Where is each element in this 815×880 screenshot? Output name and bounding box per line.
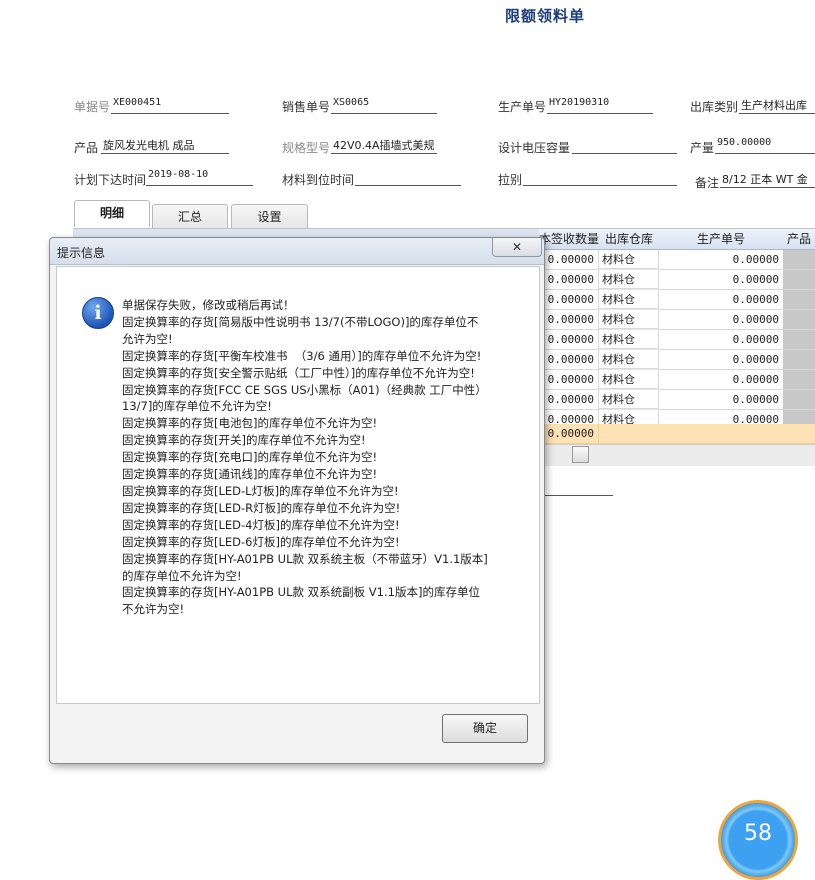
product-cell: [783, 250, 815, 270]
col-header-product[interactable]: 产品: [783, 229, 815, 250]
voltage-field[interactable]: [572, 137, 677, 154]
pull-field[interactable]: [523, 169, 677, 186]
voltage-label: 设计电压容量: [498, 141, 571, 155]
spec-label: 规格型号: [282, 141, 331, 155]
qty-cell: 0.00000: [539, 290, 599, 310]
qty-cell: 0.00000: [539, 330, 599, 350]
doc-no-field[interactable]: XE000451: [111, 97, 229, 114]
prod-cell: 0.00000: [659, 330, 784, 350]
output-field[interactable]: 950.00000: [715, 137, 815, 154]
message-line: 固定换算率的存货[HY-A01PB UL款 双系统主板（不带蓝牙）V1.1版本]…: [122, 551, 488, 583]
underline-divider: [543, 495, 613, 496]
prod-cell: 0.00000: [659, 390, 784, 410]
product-cell: [783, 270, 815, 290]
qty-cell: 0.00000: [539, 410, 599, 424]
doc-no-label: 单据号: [74, 100, 111, 114]
product-field[interactable]: 旋风发光电机 成品: [101, 137, 229, 154]
product-cell: [783, 390, 815, 410]
spec-field[interactable]: 42V0.4A插墙式美规: [331, 137, 437, 154]
output-label: 产量: [690, 141, 715, 155]
product-cell: [783, 330, 815, 350]
col-header-warehouse[interactable]: 出库仓库: [599, 229, 660, 250]
message-line: 固定换算率的存货[LED-L灯板]的库存单位不允许为空!: [122, 483, 399, 498]
sales-no-field[interactable]: XS0065: [331, 97, 437, 114]
close-button[interactable]: ✕: [492, 238, 542, 257]
sales-no-label: 销售单号: [282, 100, 331, 114]
arrival-field[interactable]: [355, 169, 461, 186]
out-type-label: 出库类别: [690, 100, 739, 114]
warehouse-cell: 材料仓: [599, 330, 659, 349]
warehouse-cell: 材料仓: [599, 310, 659, 329]
info-icon: i: [82, 297, 114, 329]
out-type-field[interactable]: 生产材料出库: [739, 97, 815, 114]
dialog-titlebar[interactable]: 提示信息 ✕: [50, 238, 544, 265]
prod-no-field[interactable]: HY20190310: [547, 97, 653, 114]
message-line: 固定换算率的存货[充电口]的库存单位不允许为空!: [122, 450, 378, 465]
warehouse-cell: 材料仓: [599, 250, 659, 269]
qty-cell: 0.00000: [539, 370, 599, 390]
ok-button[interactable]: 确定: [442, 714, 528, 743]
message-line: 固定换算率的存货[FCC CE SGS US小黑标（A01)（经典款 工厂中性）…: [122, 382, 487, 414]
form-title: 限额领料单: [505, 7, 586, 25]
prod-cell: 0.00000: [659, 410, 784, 424]
message-line: 固定换算率的存货[通讯线]的库存单位不允许为空!: [122, 467, 378, 482]
tab-detail[interactable]: 明细: [74, 200, 150, 227]
product-cell: [783, 350, 815, 370]
col-header-prod-no[interactable]: 生产单号: [659, 229, 784, 250]
message-line: 固定换算率的存货[LED-4灯板]的库存单位不允许为空!: [122, 517, 400, 532]
error-message: 单据保存失败，修改或稍后再试！ 固定换算率的存货[简易版中性说明书 13/7(不…: [122, 297, 522, 618]
warehouse-cell: 材料仓: [599, 270, 659, 289]
plan-date-label: 计划下达时间: [74, 173, 147, 187]
message-line: 固定换算率的存货[简易版中性说明书 13/7(不带LOGO)]的库存单位不 允许…: [122, 314, 479, 346]
message-line: 固定换算率的存货[电池包]的库存单位不允许为空!: [122, 416, 378, 431]
product-cell: [783, 370, 815, 390]
prod-cell: 0.00000: [659, 310, 784, 330]
message-line: 固定换算率的存货[开关]的库存单位不允许为空!: [122, 433, 366, 448]
qty-cell: 0.00000: [539, 270, 599, 290]
message-line: 固定换算率的存货[平衡车校准书 （3/6 通用）]的库存单位不允许为空!: [122, 348, 482, 363]
performance-widget[interactable]: 58: [718, 800, 798, 880]
qty-cell: 0.00000: [539, 350, 599, 370]
total-filler: [599, 424, 815, 444]
warehouse-cell: 材料仓: [599, 410, 659, 424]
qty-cell: 0.00000: [539, 390, 599, 410]
message-line: 单据保存失败，修改或稍后再试！: [122, 298, 295, 312]
pull-label: 拉别: [498, 173, 523, 187]
alert-dialog: 提示信息 ✕ i 单据保存失败，修改或稍后再试！ 固定换算率的存货[简易版中性说…: [49, 237, 545, 764]
tab-summary[interactable]: 汇总: [152, 204, 228, 229]
warehouse-cell: 材料仓: [599, 390, 659, 409]
dialog-message-area: i 单据保存失败，修改或稍后再试！ 固定换算率的存货[简易版中性说明书 13/7…: [56, 266, 540, 704]
product-label: 产品: [74, 141, 99, 155]
col-header-qty[interactable]: 本签收数量: [539, 229, 600, 250]
arrival-label: 材料到位时间: [282, 173, 355, 187]
plan-date-field[interactable]: 2019-08-10: [146, 169, 253, 186]
product-cell: [783, 310, 815, 330]
prod-cell: 0.00000: [659, 270, 784, 290]
qty-cell: 0.00000: [539, 250, 599, 270]
prod-cell: 0.00000: [659, 290, 784, 310]
message-line: 固定换算率的存货[LED-6灯板]的库存单位不允许为空!: [122, 534, 400, 549]
prod-cell: 0.00000: [659, 250, 784, 270]
warehouse-cell: 材料仓: [599, 370, 659, 389]
dialog-title: 提示信息: [57, 246, 106, 260]
product-cell: [783, 290, 815, 310]
qty-cell: 0.00000: [539, 310, 599, 330]
tab-settings[interactable]: 设置: [231, 204, 308, 229]
warehouse-cell: 材料仓: [599, 290, 659, 309]
prod-no-label: 生产单号: [498, 100, 547, 114]
warehouse-cell: 材料仓: [599, 350, 659, 369]
scrollbar-thumb[interactable]: [572, 446, 589, 463]
total-qty-cell: 0.00000: [539, 424, 599, 444]
prod-cell: 0.00000: [659, 370, 784, 390]
remark-field[interactable]: 8/12 正本 WT 金: [720, 171, 815, 188]
message-line: 固定换算率的存货[安全警示贴纸（工厂中性）]的库存单位不允许为空!: [122, 365, 475, 380]
product-cell: [783, 410, 815, 424]
remark-label: 备注: [695, 176, 720, 190]
message-line: 固定换算率的存货[HY-A01PB UL款 双系统副板 V1.1版本]的库存单位…: [122, 585, 480, 617]
prod-cell: 0.00000: [659, 350, 784, 370]
message-line: 固定换算率的存货[LED-R灯板]的库存单位不允许为空!: [122, 500, 401, 515]
